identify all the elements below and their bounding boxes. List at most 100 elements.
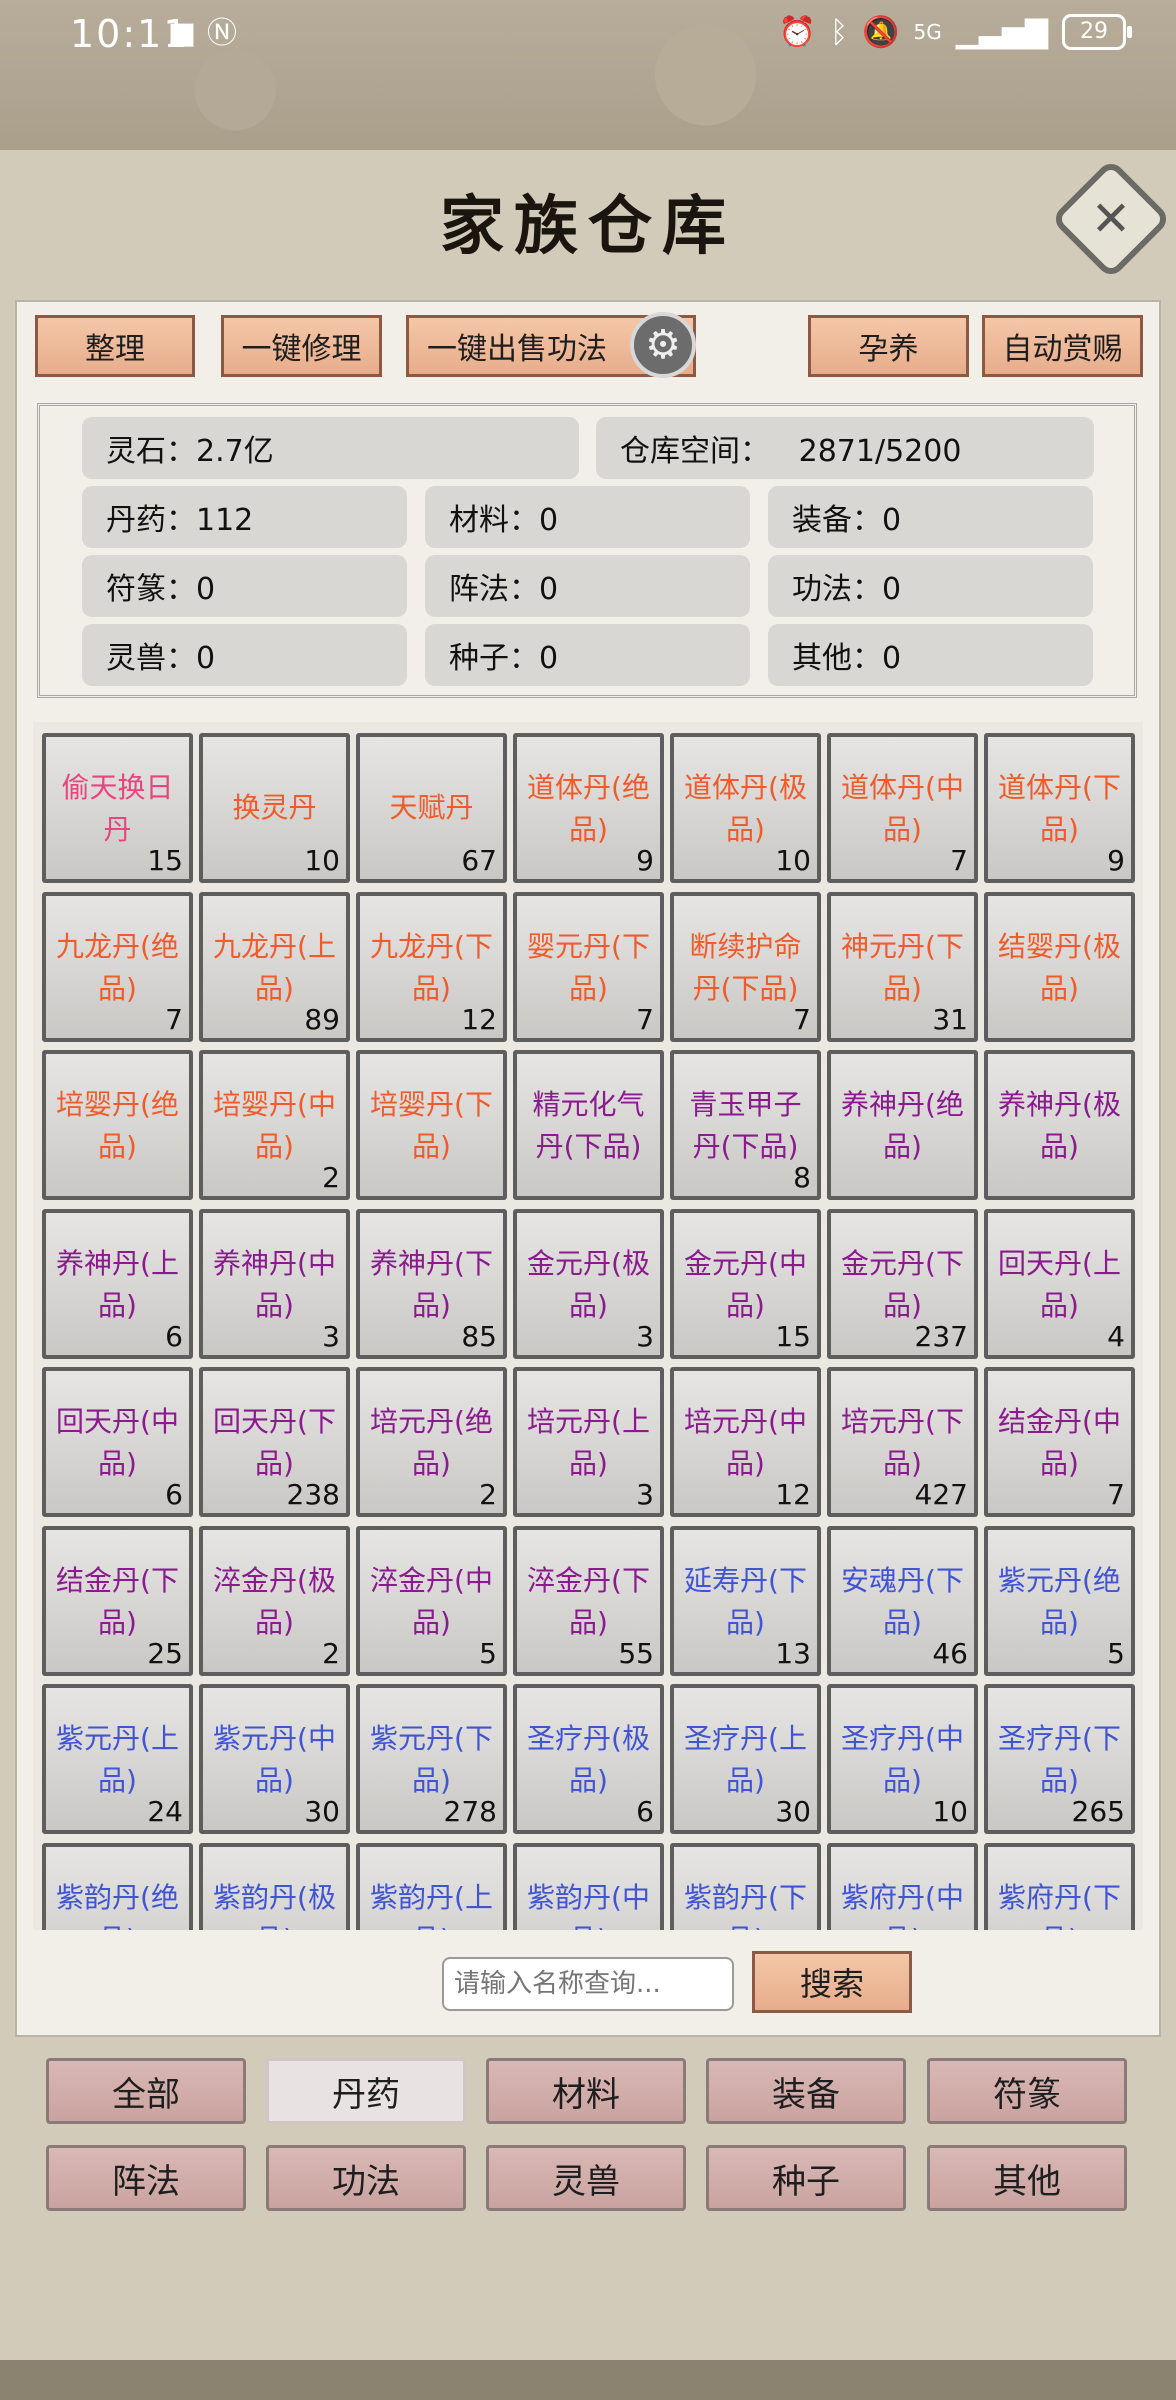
tab-item[interactable]: 灵兽	[486, 2145, 686, 2211]
item-slot[interactable]: 培元丹(绝品) 2	[356, 1367, 507, 1517]
tab-item[interactable]: 符篆	[927, 2058, 1127, 2124]
item-name: 养神丹(极品)	[998, 1088, 1121, 1163]
item-name: 金元丹(中品)	[684, 1246, 807, 1322]
item-count: 5	[479, 1636, 497, 1670]
item-name: 回天丹(下品)	[213, 1405, 336, 1480]
item-slot[interactable]: 养神丹(中品) 3	[199, 1208, 350, 1359]
search-input[interactable]	[442, 1957, 734, 2011]
item-slot[interactable]: 九龙丹(上品) 89	[199, 891, 350, 1042]
item-slot[interactable]: 道体丹(绝品) 9	[513, 733, 664, 883]
item-slot[interactable]: 紫韵丹(中品)	[513, 1842, 664, 1930]
item-slot[interactable]: 培婴丹(中品) 2	[199, 1050, 350, 1200]
item-slot[interactable]: 回天丹(中品) 6	[42, 1367, 193, 1517]
tab-item[interactable]: 阵法	[46, 2145, 246, 2211]
item-slot[interactable]: 金元丹(下品) 237	[827, 1208, 978, 1359]
item-slot[interactable]: 神元丹(下品) 31	[827, 891, 978, 1042]
item-slot[interactable]: 金元丹(极品) 3	[513, 1208, 664, 1359]
battery-icon: 29	[1062, 14, 1132, 50]
auto-reward-button[interactable]: 自动赏赐	[982, 315, 1143, 377]
bottom-decoration	[0, 2360, 1176, 2400]
item-slot[interactable]: 九龙丹(绝品) 7	[42, 891, 193, 1042]
item-name: 青玉甲子丹(下品)	[689, 1088, 802, 1163]
item-count: 3	[636, 1478, 654, 1511]
item-slot[interactable]: 结金丹(下品) 25	[42, 1525, 193, 1676]
tab-item[interactable]: 全部	[46, 2058, 246, 2124]
item-count: 278	[443, 1795, 497, 1828]
item-slot[interactable]: 精元化气丹(下品)	[513, 1050, 664, 1200]
repair-all-button[interactable]: 一键修理	[221, 315, 382, 377]
item-slot[interactable]: 圣疗丹(中品) 10	[827, 1684, 978, 1834]
item-slot[interactable]: 养神丹(下品) 85	[356, 1208, 507, 1359]
item-slot[interactable]: 紫韵丹(上品)	[356, 1842, 507, 1931]
skills-stat: 功法：0	[768, 555, 1093, 617]
item-count: 12	[775, 1478, 811, 1511]
item-slot[interactable]: 紫元丹(上品) 24	[42, 1684, 193, 1834]
item-slot[interactable]: 圣疗丹(下品) 265	[984, 1684, 1135, 1834]
tab-item[interactable]: 种子	[706, 2145, 906, 2211]
nfc-icon: Ⓝ	[207, 16, 237, 51]
item-slot[interactable]: 道体丹(中品) 7	[827, 733, 978, 883]
item-slot[interactable]: 培元丹(中品) 12	[670, 1367, 821, 1517]
nurture-button[interactable]: 孕养	[808, 315, 969, 377]
item-slot[interactable]: 断续护命丹(下品) 7	[670, 891, 821, 1042]
item-slot[interactable]: 结婴丹(极品)	[984, 891, 1135, 1042]
tab-item[interactable]: 丹药	[266, 2058, 466, 2124]
item-slot[interactable]: 淬金丹(下品) 55	[513, 1525, 664, 1676]
item-slot[interactable]: 婴元丹(下品) 7	[513, 891, 664, 1042]
item-slot[interactable]: 紫元丹(下品) 278	[356, 1684, 507, 1834]
item-count: 7	[793, 1002, 811, 1036]
item-slot[interactable]: 延寿丹(下品) 13	[670, 1525, 821, 1676]
item-count: 46	[932, 1636, 968, 1670]
item-slot[interactable]: 培婴丹(绝品)	[42, 1050, 193, 1200]
item-count: 24	[147, 1795, 183, 1828]
item-slot[interactable]: 紫府丹(中品)	[827, 1842, 978, 1930]
item-slot[interactable]: 养神丹(上品) 6	[42, 1208, 193, 1359]
item-slot[interactable]: 金元丹(中品) 15	[670, 1208, 821, 1359]
item-slot[interactable]: 紫府丹(下品)	[984, 1842, 1135, 1930]
item-name: 培元丹(下品)	[841, 1405, 964, 1480]
item-slot[interactable]: 圣疗丹(极品) 6	[513, 1684, 664, 1834]
item-slot[interactable]: 紫韵丹(下品)	[670, 1842, 821, 1930]
item-slot[interactable]: 培婴丹(下品)	[356, 1050, 507, 1200]
item-slot[interactable]: 安魂丹(下品) 46	[827, 1525, 978, 1676]
gear-icon[interactable]: ⚙	[630, 312, 696, 378]
item-slot[interactable]: 培元丹(上品) 3	[513, 1367, 664, 1517]
item-slot[interactable]: 结金丹(中品) 7	[984, 1367, 1135, 1517]
item-count: 8	[793, 1161, 811, 1194]
item-count: 30	[775, 1795, 811, 1828]
item-slot[interactable]: 养神丹(绝品)	[827, 1050, 978, 1200]
item-slot[interactable]: 紫韵丹(绝品)	[42, 1842, 193, 1930]
item-slot[interactable]: 淬金丹(极品) 2	[199, 1525, 350, 1676]
tab-item[interactable]: 材料	[486, 2058, 686, 2124]
organize-button[interactable]: 整理	[35, 315, 195, 377]
tab-item[interactable]: 功法	[266, 2145, 466, 2211]
tab-item[interactable]: 装备	[706, 2058, 906, 2124]
tab-item[interactable]: 其他	[927, 2145, 1127, 2211]
item-slot[interactable]: 青玉甲子丹(下品) 8	[670, 1050, 821, 1200]
item-count: 5	[1107, 1636, 1125, 1670]
item-slot[interactable]: 道体丹(极品) 10	[670, 733, 821, 883]
item-slot[interactable]: 回天丹(下品) 238	[199, 1367, 350, 1517]
item-name: 结婴丹(极品)	[998, 929, 1121, 1005]
item-slot[interactable]: 天赋丹 67	[356, 733, 507, 883]
item-slot[interactable]: 紫元丹(绝品) 5	[984, 1525, 1135, 1676]
item-slot[interactable]: 紫韵丹(极品)	[199, 1842, 350, 1930]
item-slot[interactable]: 培元丹(下品) 427	[827, 1367, 978, 1517]
search-button[interactable]: 搜索	[752, 1951, 912, 2013]
item-slot[interactable]: 偷天换日丹 15	[42, 733, 193, 883]
item-slot[interactable]: 养神丹(极品)	[984, 1050, 1135, 1200]
beasts-stat: 灵兽：0	[82, 624, 407, 686]
item-slot[interactable]: 道体丹(下品) 9	[984, 733, 1135, 883]
item-slot[interactable]: 回天丹(上品) 4	[984, 1208, 1135, 1359]
item-slot[interactable]: 紫元丹(中品) 30	[199, 1684, 350, 1834]
item-count: 10	[775, 844, 811, 877]
item-slot[interactable]: 淬金丹(中品) 5	[356, 1525, 507, 1676]
item-slot[interactable]: 换灵丹 10	[199, 733, 350, 883]
item-slot[interactable]: 圣疗丹(上品) 30	[670, 1684, 821, 1834]
formations-stat: 阵法：0	[425, 555, 750, 617]
item-name: 紫韵丹(上品)	[370, 1880, 493, 1931]
item-count: 3	[322, 1319, 340, 1353]
item-name: 婴元丹(下品)	[527, 929, 650, 1005]
item-slot[interactable]: 九龙丹(下品) 12	[356, 891, 507, 1042]
item-count: 2	[322, 1161, 340, 1194]
